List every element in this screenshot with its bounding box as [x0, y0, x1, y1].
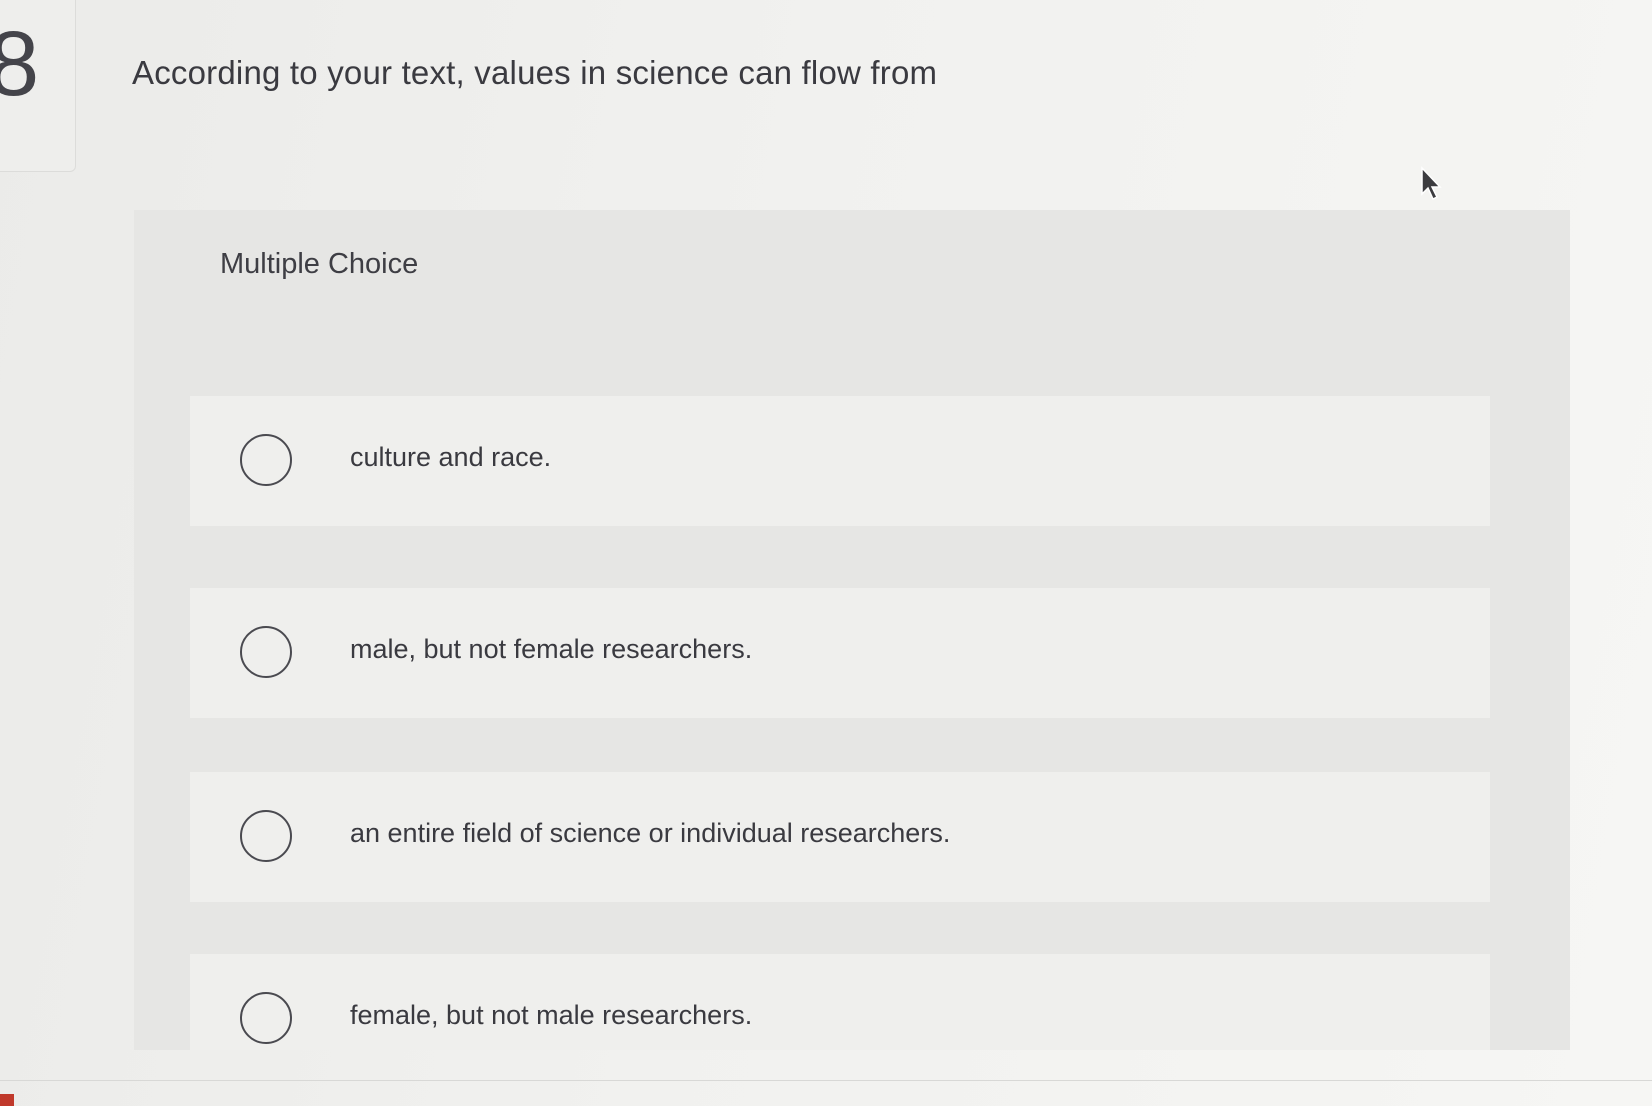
mouse-pointer-icon [1421, 166, 1442, 201]
answer-option-female-researchers[interactable]: female, but not male researchers. [190, 954, 1490, 1050]
footer-flag-marker [0, 1094, 14, 1106]
answer-option-label: an entire field of science or individual… [350, 818, 951, 848]
radio-circle-icon[interactable] [240, 992, 292, 1044]
answer-option-male-researchers[interactable]: male, but not female researchers. [190, 588, 1490, 718]
question-prompt: According to your text, values in scienc… [132, 54, 938, 91]
answer-option-entire-field[interactable]: an entire field of science or individual… [190, 772, 1490, 902]
multiple-choice-panel: Multiple Choice culture and race. male, … [134, 210, 1570, 1050]
answer-option-culture-and-race[interactable]: culture and race. [190, 396, 1490, 526]
answer-option-label: male, but not female researchers. [350, 634, 753, 664]
answer-option-label: female, but not male researchers. [350, 1000, 753, 1030]
question-number: 8 [0, 13, 40, 115]
radio-circle-icon[interactable] [240, 434, 292, 486]
footer-divider [0, 1080, 1652, 1081]
quiz-page: 8 According to your text, values in scie… [0, 0, 1652, 1106]
multiple-choice-label: Multiple Choice [220, 248, 419, 280]
answer-option-label: culture and race. [350, 442, 552, 472]
radio-circle-icon[interactable] [240, 626, 292, 678]
radio-circle-icon[interactable] [240, 810, 292, 862]
